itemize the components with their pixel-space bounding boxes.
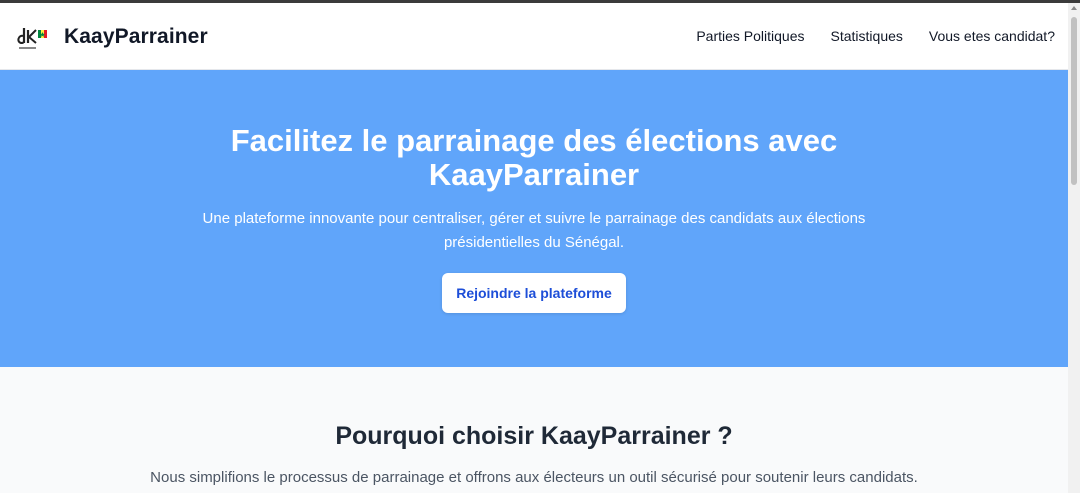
features-title: Pourquoi choisir KaayParrainer ? bbox=[335, 422, 733, 450]
main-nav: Parties Politiques Statistiques Vous ete… bbox=[670, 28, 1055, 44]
brand-name[interactable]: KaayParrainer bbox=[64, 25, 208, 49]
nav-link-candidat[interactable]: Vous etes candidat? bbox=[929, 28, 1055, 44]
page-content: KaayParrainer Parties Politiques Statist… bbox=[0, 3, 1068, 493]
features-section: Pourquoi choisir KaayParrainer ? Nous si… bbox=[0, 367, 1068, 493]
nav-link-parties-politiques[interactable]: Parties Politiques bbox=[696, 28, 804, 44]
hero-title: Facilitez le parrainage des élections av… bbox=[230, 123, 838, 192]
vertical-scrollbar[interactable] bbox=[1068, 3, 1080, 493]
dk-flag-logo-icon[interactable] bbox=[15, 24, 51, 52]
nav-link-statistiques[interactable]: Statistiques bbox=[831, 28, 903, 44]
scrollbar-thumb[interactable] bbox=[1071, 17, 1077, 185]
navbar: KaayParrainer Parties Politiques Statist… bbox=[0, 3, 1068, 70]
features-subtitle: Nous simplifions le processus de parrain… bbox=[150, 469, 918, 486]
hero-subtitle: Une plateforme innovante pour centralise… bbox=[202, 210, 866, 251]
join-platform-button[interactable]: Rejoindre la plateforme bbox=[442, 273, 626, 313]
page: KaayParrainer Parties Politiques Statist… bbox=[0, 0, 1080, 493]
scroll-up-arrow-icon[interactable] bbox=[1071, 6, 1077, 10]
hero-section: Facilitez le parrainage des élections av… bbox=[0, 70, 1068, 367]
